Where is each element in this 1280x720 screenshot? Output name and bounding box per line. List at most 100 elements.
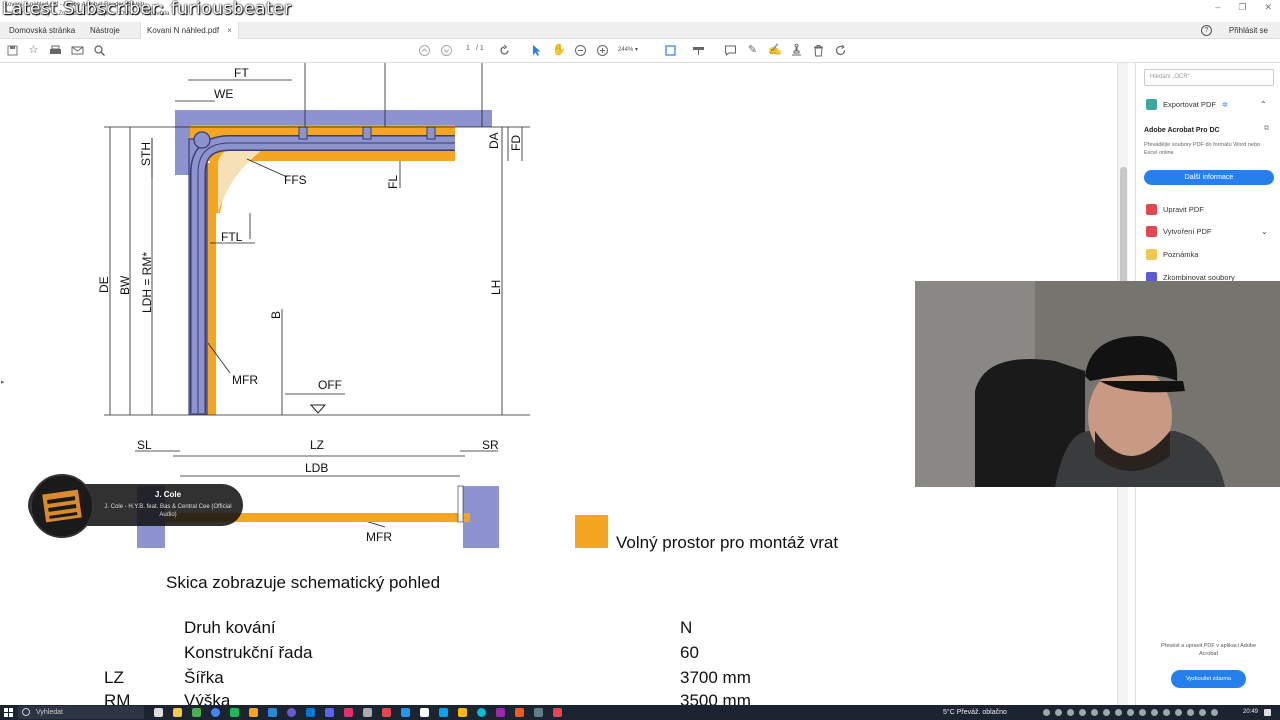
zoom-out-icon[interactable] [574,44,587,57]
star-icon[interactable]: ☆ [27,44,40,57]
tool-create-pdf-label: Vytvoření PDF [1163,227,1212,236]
label-ldb: LDB [305,461,328,475]
tray-icon-6[interactable] [1103,709,1110,716]
tray-icon-9[interactable] [1139,709,1146,716]
save-icon[interactable] [6,44,19,57]
hand-tool-icon[interactable]: ✋ [552,44,566,57]
hanger-3 [426,126,436,140]
page-indicator[interactable]: 1 / 1 [462,45,484,52]
app-icon-3[interactable] [249,708,258,717]
zoom-in-icon[interactable] [596,44,609,57]
app-icon-2[interactable] [230,708,239,717]
chrome-icon[interactable] [211,708,220,717]
close-window-button[interactable]: ✕ [1264,2,1272,13]
window-controls: – ❐ ✕ [1215,2,1272,13]
app-icon-9[interactable] [382,708,391,717]
minimize-button[interactable]: – [1215,2,1220,13]
app-icon-10[interactable] [401,708,410,717]
tool-edit-pdf[interactable]: Upravit PDF [1146,204,1204,215]
close-tab-icon[interactable]: × [227,26,232,35]
row-label-3: Šířka [184,668,224,687]
network-icon[interactable] [1211,709,1218,716]
label-lh: LH [489,280,503,295]
weather-widget[interactable]: 5°C Převáž. oblačno [943,706,1007,719]
tray-icon-7[interactable] [1115,709,1122,716]
left-panel-toggle-icon[interactable]: ▸ [1,378,5,386]
tab-document[interactable]: Kovani N náhled.pdf × [140,22,239,39]
export-pdf-item[interactable]: Exportovat PDF ✲ ⌃ [1146,99,1267,110]
stamp-icon[interactable] [790,44,803,57]
app-icon-17[interactable] [534,708,543,717]
help-icon[interactable]: ? [1201,25,1212,36]
tray-icon-3[interactable] [1067,709,1074,716]
label-b: B [269,311,283,319]
signin-link[interactable]: Přihlásit se [1229,22,1268,39]
taskbar-search[interactable]: Vyhledat [18,706,144,719]
copy-icon[interactable]: ⧉ [1264,125,1269,133]
app-icon-1[interactable] [192,708,201,717]
app-icon-6[interactable] [306,708,315,717]
clock[interactable]: 20:49 [1243,706,1258,719]
title-bar: Kovani N nahled.pdf - Adobe Acrobat Read… [0,0,1280,22]
acrobat-taskbar-icon[interactable] [553,708,562,717]
mail-icon[interactable] [71,44,84,57]
tray-icon-5[interactable] [1091,709,1098,716]
edit-pdf-icon [1146,204,1157,215]
next-page-icon[interactable] [440,44,453,57]
label-ffs: FFS [284,173,307,187]
more-info-button[interactable]: Další informace [1144,170,1274,185]
scroll-mode-icon[interactable] [692,44,705,57]
app-icon-15[interactable] [496,708,505,717]
maximize-button[interactable]: ❐ [1238,2,1246,13]
discord-icon[interactable] [325,708,334,717]
trash-icon[interactable] [812,44,825,57]
tray-icon-4[interactable] [1079,709,1086,716]
sign-icon[interactable]: ✍ [768,44,782,57]
tray-icon-12[interactable] [1175,709,1182,716]
app-icon-4[interactable] [268,708,277,717]
windows-start-icon[interactable] [4,708,13,717]
pen-icon[interactable]: ✎ [746,44,759,57]
app-icon-12[interactable] [439,708,448,717]
notification-icon[interactable] [1264,709,1271,716]
search-icon[interactable] [93,44,106,57]
task-view-icon[interactable] [154,708,163,717]
tool-create-pdf[interactable]: Vytvoření PDF ⌄ [1146,226,1268,237]
webcam-feed [915,281,1280,487]
tray-icon-11[interactable] [1163,709,1170,716]
tray-icon-13[interactable] [1187,709,1194,716]
app-icon-14[interactable] [477,708,486,717]
comment-icon[interactable] [724,44,737,57]
app-icon-11[interactable] [420,708,429,717]
collapse-icon[interactable]: ⌃ [1260,100,1267,109]
app-icon-5[interactable] [287,708,296,717]
tab-tools[interactable]: Nástroje [84,22,126,39]
chevron-down-icon[interactable]: ⌄ [1261,227,1268,236]
label-sr: SR [482,438,499,452]
gear-icon: ✲ [1221,101,1228,109]
refresh-icon[interactable] [834,44,847,57]
tools-search-input[interactable]: Hledání „OCR“ [1144,69,1274,86]
rotate-icon[interactable] [498,44,511,57]
explorer-icon[interactable] [173,708,182,717]
app-icon-16[interactable] [515,708,524,717]
app-icon-7[interactable] [344,708,353,717]
tray-icon-2[interactable] [1055,709,1062,716]
page-current[interactable]: 1 [462,45,474,52]
app-icon-13[interactable] [458,708,467,717]
screen: Kovani N nahled.pdf - Adobe Acrobat Read… [0,0,1280,720]
select-cursor-icon[interactable] [530,44,543,57]
prev-page-icon[interactable] [418,44,431,57]
fit-page-icon[interactable] [664,44,677,57]
tool-comment[interactable]: Poznámka [1146,249,1198,260]
album-art [30,474,94,538]
zoom-level[interactable]: 244% ▾ [618,46,638,53]
tray-icon-10[interactable] [1151,709,1158,716]
tray-icon-8[interactable] [1127,709,1134,716]
app-icon-8[interactable] [363,708,372,717]
tray-icon-1[interactable] [1043,709,1050,716]
print-icon[interactable] [49,44,62,57]
try-free-button[interactable]: Vyzkoušet zdarma [1171,670,1246,688]
tab-home[interactable]: Domovská stránka [3,22,81,39]
volume-icon[interactable] [1199,709,1206,716]
